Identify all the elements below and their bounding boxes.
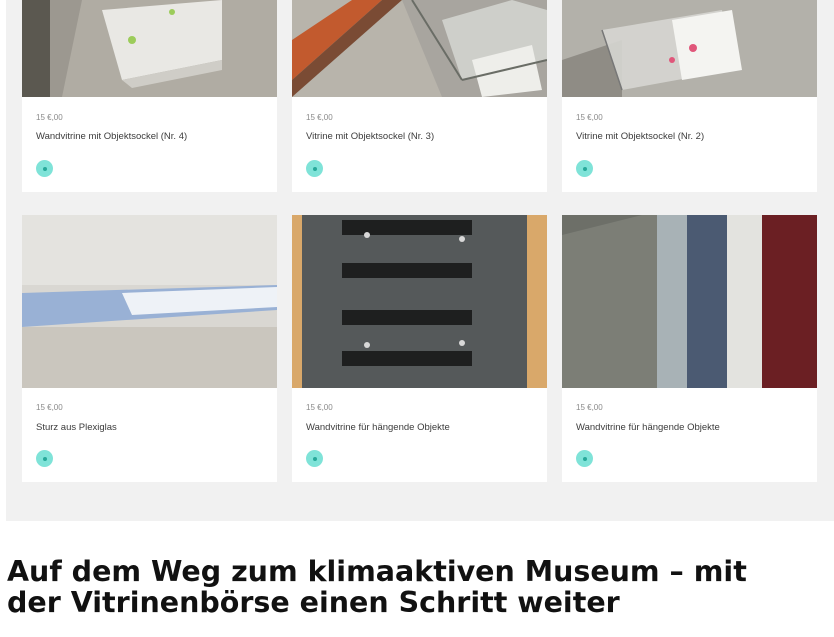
product-price: 15 €,00 [576,113,603,122]
plus-icon[interactable] [306,160,323,177]
product-title[interactable]: Vitrine mit Objektsockel (Nr. 3) [306,131,434,142]
product-photo[interactable] [562,0,817,97]
plus-icon[interactable] [576,450,593,467]
product-photo[interactable] [22,215,277,388]
product-card[interactable]: 15 €,00 Wandvitrine für hängende Objekte [292,215,547,482]
plus-icon[interactable] [576,160,593,177]
product-price: 15 €,00 [306,403,333,412]
product-price: 15 €,00 [36,113,63,122]
product-card[interactable]: 15 €,00 Sturz aus Plexiglas [22,215,277,482]
product-title[interactable]: Wandvitrine für hängende Objekte [576,422,720,433]
product-photo[interactable] [22,0,277,97]
plus-icon[interactable] [36,450,53,467]
product-price: 15 €,00 [36,403,63,412]
article-headline: Auf dem Weg zum klimaaktiven Museum – mi… [7,556,834,618]
headline-line-2: der Vitrinenbörse einen Schritt weiter [7,586,620,618]
product-card[interactable]: 15 €,00 Vitrine mit Objektsockel (Nr. 3) [292,0,547,192]
product-title[interactable]: Wandvitrine mit Objektsockel (Nr. 4) [36,131,187,142]
product-photo[interactable] [292,0,547,97]
plus-icon[interactable] [36,160,53,177]
product-price: 15 €,00 [576,403,603,412]
product-price: 15 €,00 [306,113,333,122]
vitrine-gallery: 15 €,00 Wandvitrine mit Objektsockel (Nr… [6,0,834,521]
product-photo[interactable] [292,215,547,388]
headline-line-1: Auf dem Weg zum klimaaktiven Museum – mi… [7,556,747,588]
product-photo[interactable] [562,215,817,388]
product-title[interactable]: Vitrine mit Objektsockel (Nr. 2) [576,131,704,142]
product-card[interactable]: 15 €,00 Vitrine mit Objektsockel (Nr. 2) [562,0,817,192]
product-card[interactable]: 15 €,00 Wandvitrine für hängende Objekte [562,215,817,482]
product-card[interactable]: 15 €,00 Wandvitrine mit Objektsockel (Nr… [22,0,277,192]
plus-icon[interactable] [306,450,323,467]
product-title[interactable]: Sturz aus Plexiglas [36,422,117,433]
product-title[interactable]: Wandvitrine für hängende Objekte [306,422,450,433]
